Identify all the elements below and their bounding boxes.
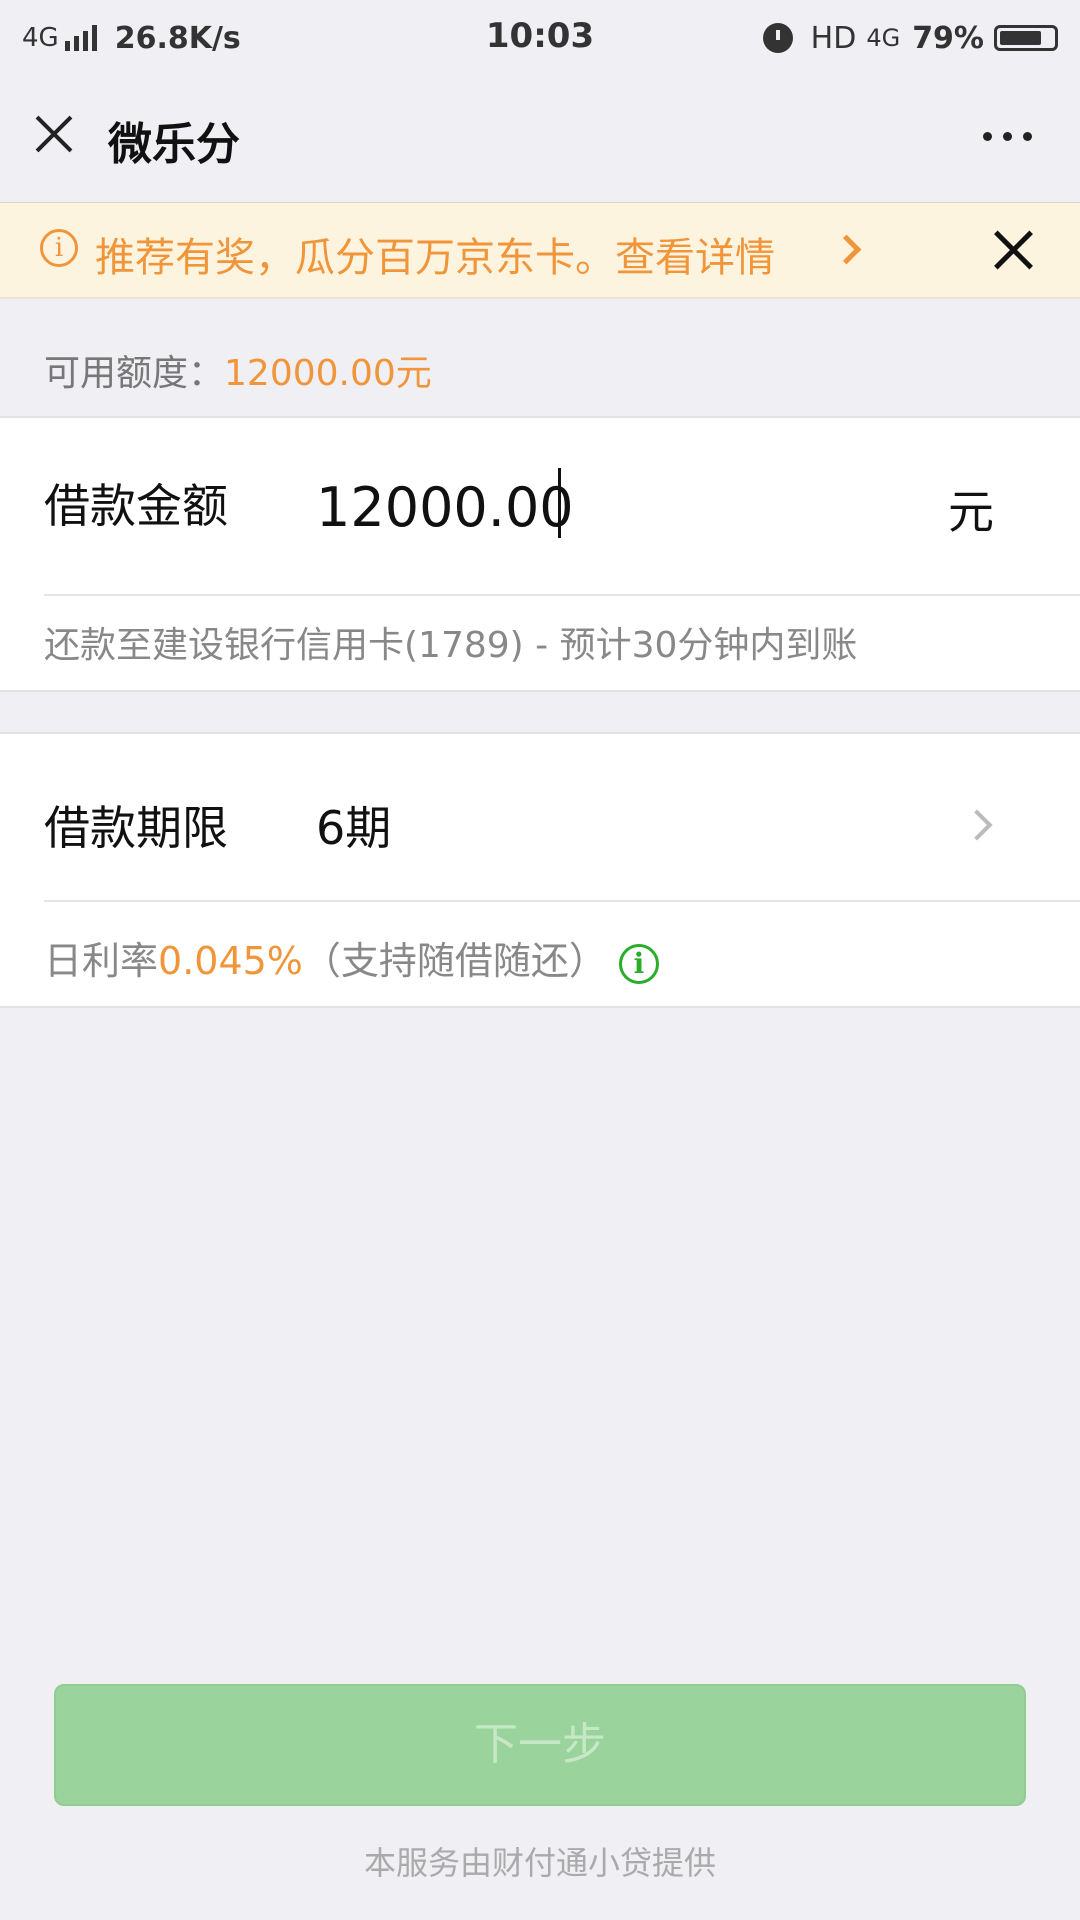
repayment-note: 还款至建设银行信用卡(1789) - 预计30分钟内到账 (44, 625, 858, 666)
available-credit-value: 12000.00元 (224, 353, 432, 394)
interest-rate-note: 日利率0.045%（支持随借随还） i (44, 930, 659, 985)
promo-banner[interactable]: i 推荐有奖，瓜分百万京东卡。查看详情 (0, 203, 1080, 299)
divider (44, 594, 1080, 596)
loan-term-label: 借款期限 (44, 801, 228, 855)
loan-term-card: 借款期限 6期 日利率0.045%（支持随借随还） i (0, 732, 1080, 1008)
loan-amount-card: 借款金额 元 还款至建设银行信用卡(1789) - 预计30分钟内到账 (0, 416, 1080, 692)
page-title: 微乐分 (108, 119, 240, 170)
status-bar: 4G 26.8K/s 10:03 HD 4G 79% (0, 0, 1080, 76)
close-icon[interactable] (30, 110, 78, 158)
title-bar: 微乐分 (0, 76, 1080, 204)
alarm-icon (762, 23, 793, 53)
hd-indicator: HD (810, 20, 857, 56)
available-credit: 可用额度：12000.00元 (44, 344, 432, 396)
chevron-right-icon (831, 234, 862, 265)
currency-unit: 元 (948, 485, 994, 539)
rate-suffix: （支持随借随还） (302, 939, 607, 983)
rate-value: 0.045% (158, 939, 303, 983)
promo-close-icon[interactable] (992, 229, 1034, 271)
promo-text[interactable]: 推荐有奖，瓜分百万京东卡。查看详情 (95, 225, 775, 283)
info-icon: i (40, 229, 78, 267)
divider (44, 900, 1080, 902)
rate-prefix: 日利率 (44, 939, 159, 983)
status-right: HD 4G 79% (762, 16, 1058, 60)
service-provider-note: 本服务由财付通小贷提供 (363, 1844, 716, 1882)
chevron-right-icon[interactable] (961, 809, 993, 841)
loan-amount-input[interactable] (316, 470, 916, 544)
more-icon[interactable] (972, 132, 1032, 141)
loan-amount-label: 借款金额 (44, 479, 228, 533)
next-step-button[interactable]: 下一步 (54, 1684, 1026, 1806)
info-icon[interactable]: i (618, 943, 659, 984)
text-cursor (558, 468, 561, 538)
data-type-indicator: 4G (866, 24, 901, 52)
battery-icon (994, 25, 1058, 51)
loan-term-value[interactable]: 6期 (316, 792, 391, 858)
battery-percent: 79% (912, 20, 984, 56)
battery-fill (1000, 31, 1041, 45)
available-credit-label: 可用额度： (44, 353, 225, 394)
